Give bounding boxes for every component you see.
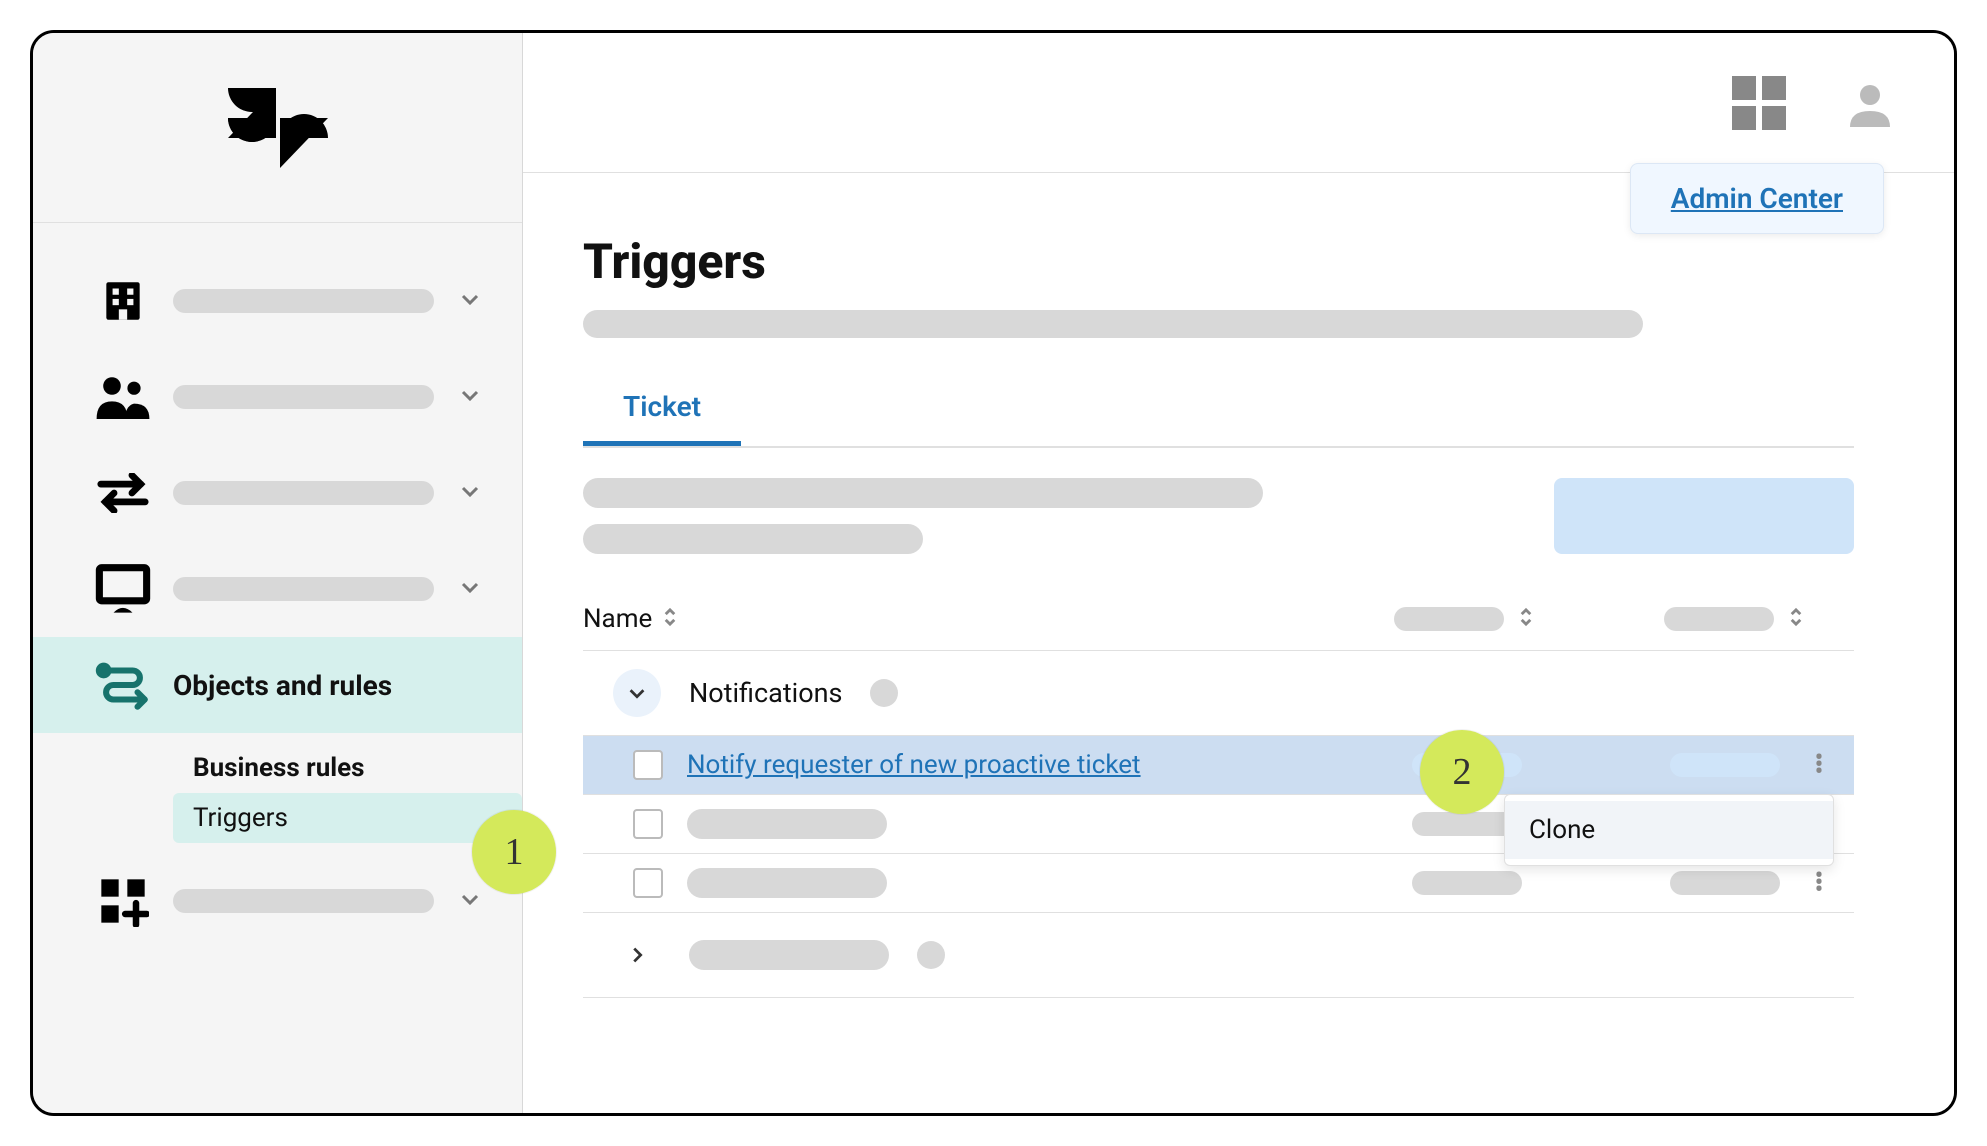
group-row-notifications[interactable]: Notifications bbox=[583, 651, 1854, 736]
row-checkbox[interactable] bbox=[633, 868, 663, 898]
topbar bbox=[523, 33, 1954, 173]
toolbar-placeholder bbox=[583, 478, 1263, 508]
sidebar-item-objects-rules[interactable]: Objects and rules bbox=[33, 637, 522, 733]
workflow-icon bbox=[93, 655, 153, 715]
sidebar-item-people[interactable] bbox=[33, 349, 522, 445]
column-name[interactable]: Name bbox=[583, 604, 1364, 634]
sidebar-item-apps[interactable] bbox=[33, 853, 522, 949]
count-placeholder bbox=[917, 941, 945, 969]
sidebar-item-workspaces[interactable] bbox=[33, 541, 522, 637]
nav-placeholder bbox=[173, 481, 434, 505]
row-placeholder bbox=[687, 868, 887, 898]
apps-add-icon bbox=[93, 871, 153, 931]
sort-icon bbox=[662, 607, 678, 632]
sidebar-active-label: Objects and rules bbox=[173, 669, 482, 702]
chevron-down-icon bbox=[458, 479, 482, 507]
toolbar bbox=[583, 478, 1854, 554]
count-placeholder bbox=[870, 679, 898, 707]
chevron-down-icon bbox=[458, 575, 482, 603]
sidebar-submenu: Business rules Triggers bbox=[33, 733, 522, 853]
nav-placeholder bbox=[173, 889, 434, 913]
row-placeholder bbox=[687, 809, 887, 839]
sidebar-item-channels[interactable] bbox=[33, 445, 522, 541]
app-switcher-icon[interactable] bbox=[1732, 76, 1786, 130]
cell-placeholder bbox=[1670, 753, 1780, 777]
arrows-icon bbox=[93, 463, 153, 523]
chevron-down-icon bbox=[458, 383, 482, 411]
sidebar-sub-heading[interactable]: Business rules bbox=[173, 743, 522, 793]
tab-ticket[interactable]: Ticket bbox=[583, 378, 741, 446]
logo-area bbox=[33, 33, 522, 223]
cell-placeholder bbox=[1412, 871, 1522, 895]
annotation-badge-1: 1 bbox=[472, 810, 556, 894]
sort-icon bbox=[1518, 607, 1534, 632]
app-frame: Objects and rules Business rules Trigger… bbox=[30, 30, 1957, 1116]
context-pill: Admin Center bbox=[1630, 163, 1884, 234]
avatar-icon[interactable] bbox=[1846, 79, 1894, 127]
table-row[interactable]: Notify requester of new proactive ticket… bbox=[583, 736, 1854, 795]
main-area: Admin Center Triggers Ticket Name bbox=[523, 33, 1954, 1113]
nav-placeholder bbox=[173, 577, 434, 601]
sidebar-nav: Objects and rules Business rules Trigger… bbox=[33, 223, 522, 979]
sidebar: Objects and rules Business rules Trigger… bbox=[33, 33, 523, 1113]
row-checkbox[interactable] bbox=[633, 750, 663, 780]
toolbar-left bbox=[583, 478, 1263, 554]
column-placeholder[interactable] bbox=[1634, 607, 1804, 632]
row-actions-icon[interactable]: ••• bbox=[1804, 755, 1834, 776]
primary-action-button[interactable] bbox=[1554, 478, 1854, 554]
trigger-link[interactable]: Notify requester of new proactive ticket bbox=[687, 750, 1141, 780]
column-placeholder[interactable] bbox=[1364, 607, 1534, 632]
admin-center-link[interactable]: Admin Center bbox=[1671, 182, 1843, 215]
nav-placeholder bbox=[173, 385, 434, 409]
content: Triggers Ticket Name bbox=[523, 173, 1954, 1038]
people-icon bbox=[93, 367, 153, 427]
toolbar-placeholder bbox=[583, 524, 923, 554]
sidebar-item-account[interactable] bbox=[33, 253, 522, 349]
group-placeholder bbox=[689, 940, 889, 970]
chevron-down-icon bbox=[458, 287, 482, 315]
page-title: Triggers bbox=[583, 233, 1854, 290]
building-icon bbox=[93, 271, 153, 331]
nav-placeholder bbox=[173, 289, 434, 313]
column-name-label: Name bbox=[583, 604, 652, 634]
row-actions-menu: Clone bbox=[1504, 794, 1834, 866]
row-checkbox[interactable] bbox=[633, 809, 663, 839]
tabs: Ticket bbox=[583, 378, 1854, 448]
cell-placeholder bbox=[1670, 871, 1780, 895]
group-row-collapsed[interactable] bbox=[583, 913, 1854, 998]
sort-icon bbox=[1788, 607, 1804, 632]
row-actions-icon[interactable]: ••• bbox=[1804, 873, 1834, 894]
annotation-badge-2: 2 bbox=[1420, 730, 1504, 814]
collapse-icon[interactable] bbox=[613, 669, 661, 717]
chevron-down-icon bbox=[458, 887, 482, 915]
group-name: Notifications bbox=[689, 677, 842, 709]
monitor-icon bbox=[93, 559, 153, 619]
expand-icon[interactable] bbox=[613, 931, 661, 979]
table-header: Name bbox=[583, 604, 1854, 651]
menu-item-clone[interactable]: Clone bbox=[1505, 801, 1833, 859]
sidebar-sub-triggers[interactable]: Triggers bbox=[173, 793, 522, 843]
zendesk-logo-icon bbox=[228, 88, 328, 168]
subtitle-placeholder bbox=[583, 310, 1643, 338]
